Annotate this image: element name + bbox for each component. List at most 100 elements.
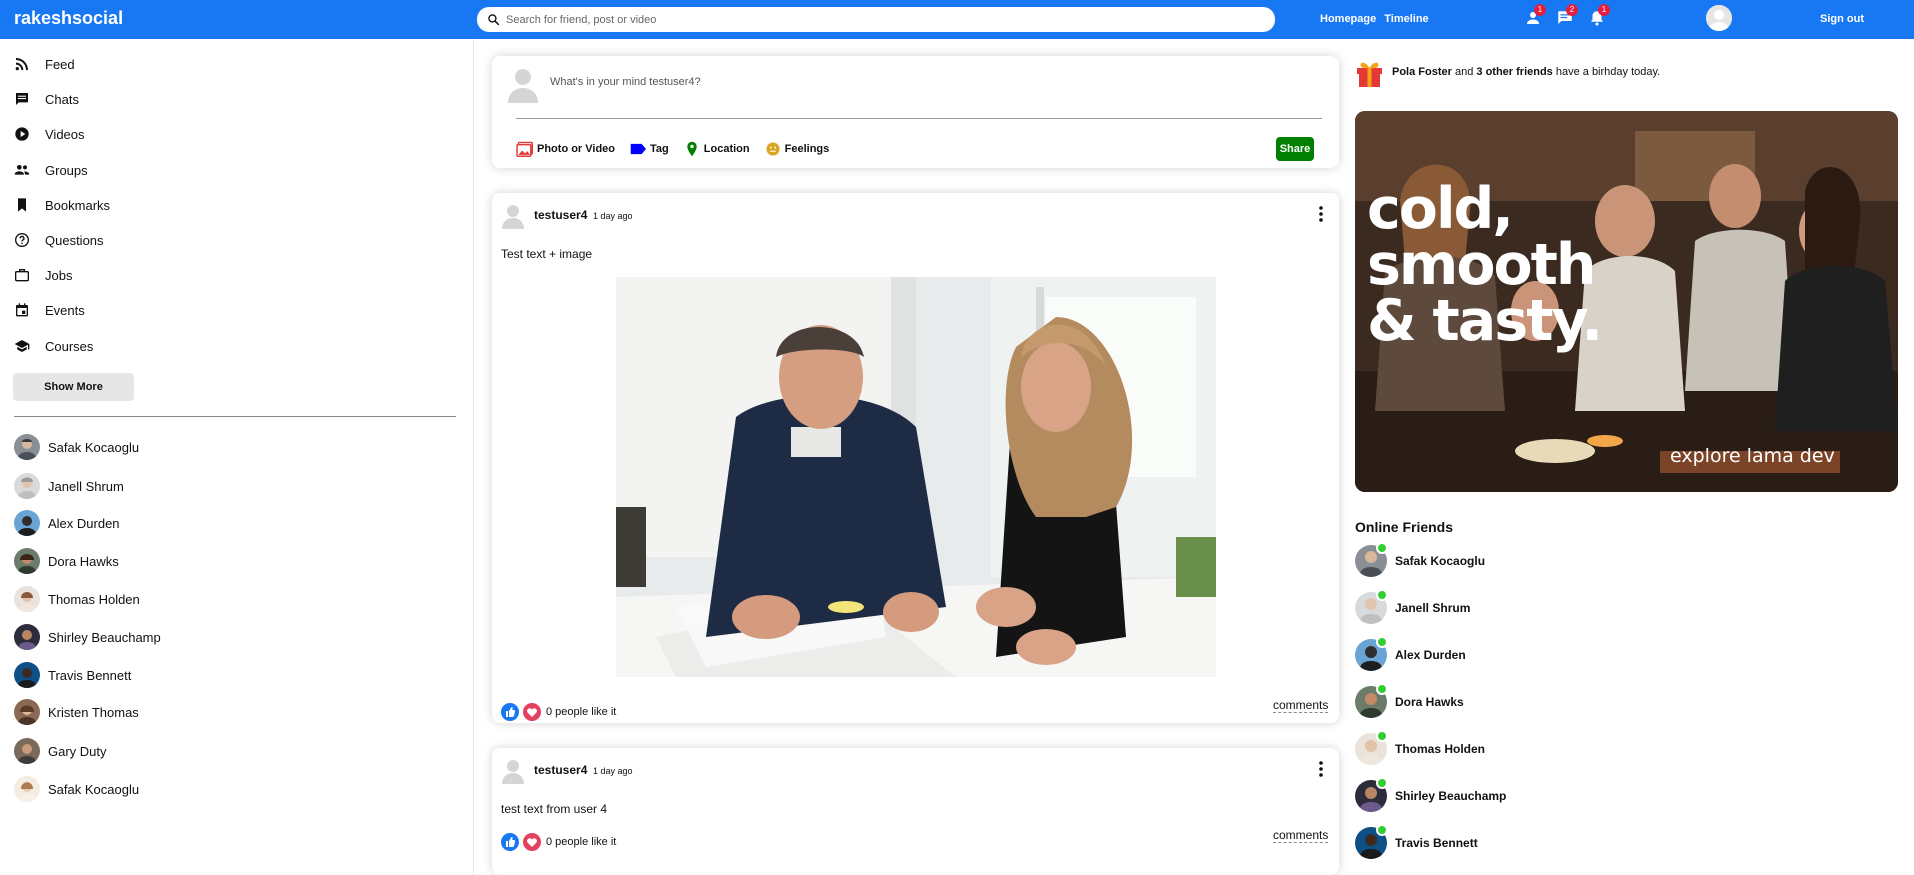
messages-button[interactable]: 2 (1556, 4, 1578, 27)
avatar (1355, 589, 1388, 624)
location-option[interactable]: Location (683, 141, 750, 157)
sidebar-item-feed[interactable]: Feed (14, 54, 75, 74)
chat-badge: 2 (1566, 4, 1578, 16)
more-vert-icon[interactable] (1315, 205, 1327, 223)
avatar[interactable] (502, 758, 524, 784)
heart-icon[interactable] (523, 833, 541, 851)
ad-banner[interactable]: cold, smooth & tasty. explore lama dev (1355, 111, 1898, 492)
friend-name: Alex Durden (48, 515, 120, 531)
sidebar-item-courses[interactable]: Courses (14, 336, 93, 356)
sidebar-item-videos[interactable]: Videos (14, 124, 85, 144)
friend-name: Janell Shrum (48, 478, 124, 494)
sidebar-item-label: Videos (45, 126, 85, 142)
online-friend-item[interactable]: Thomas Holden (1355, 730, 1485, 765)
post-reactions: 0 people like it (501, 703, 616, 721)
friend-list-item[interactable]: Safak Kocaoglu (14, 434, 139, 460)
location-pin-icon (687, 141, 697, 157)
online-friend-item[interactable]: Safak Kocaoglu (1355, 542, 1485, 577)
notifications-button[interactable]: 1 (1588, 4, 1610, 27)
like-icon[interactable] (501, 833, 519, 851)
top-links: Homepage Timeline (1320, 13, 1429, 25)
post-input[interactable] (550, 76, 1250, 88)
friend-name: Thomas Holden (48, 591, 140, 607)
sidebar-item-label: Courses (45, 338, 94, 354)
avatar (14, 738, 40, 764)
online-friend-name: Shirley Beauchamp (1395, 789, 1507, 803)
friend-list-item[interactable]: Thomas Holden (14, 586, 140, 612)
logo[interactable]: rakeshsocial (14, 8, 123, 29)
comments-link[interactable]: comments (1273, 698, 1329, 713)
online-friend-item[interactable]: Janell Shrum (1355, 589, 1471, 624)
avatar (14, 586, 40, 612)
label-icon (630, 143, 647, 155)
profile-avatar[interactable] (1706, 5, 1732, 31)
post-reactions: 0 people like it (501, 833, 616, 851)
friend-list-item[interactable]: Safak Kocaoglu (14, 776, 139, 802)
online-friend-name: Travis Bennett (1395, 836, 1478, 850)
emoji-icon (766, 142, 780, 156)
homepage-link[interactable]: Homepage (1320, 13, 1376, 25)
online-friend-item[interactable]: Shirley Beauchamp (1355, 777, 1507, 812)
sidebar-item-groups[interactable]: Groups (14, 160, 88, 180)
avatar (1355, 542, 1388, 577)
friend-list-item[interactable]: Janell Shrum (14, 473, 124, 499)
notification-badge: 1 (1598, 4, 1610, 16)
friend-list-item[interactable]: Shirley Beauchamp (14, 624, 161, 650)
birthday-suffix: have a birhday today. (1555, 66, 1661, 78)
sign-out-link[interactable]: Sign out (1820, 13, 1864, 25)
top-icons: 1 2 1 (1524, 4, 1610, 27)
birthday-friend-name: Pola Foster (1392, 66, 1452, 78)
avatar (14, 510, 40, 536)
friend-name: Kristen Thomas (48, 704, 139, 720)
person-badge: 1 (1534, 4, 1546, 16)
post-image[interactable] (616, 277, 1216, 677)
search-input[interactable] (506, 13, 1246, 26)
more-vert-icon[interactable] (1315, 760, 1327, 778)
avatar (1355, 730, 1388, 765)
search-bar[interactable] (477, 7, 1275, 32)
friend-name: Dora Hawks (48, 553, 119, 569)
online-friend-name: Janell Shrum (1395, 601, 1471, 615)
avatar (508, 69, 538, 103)
sidebar-item-label: Jobs (45, 267, 73, 283)
avatar (14, 624, 40, 650)
birthday-others: 3 other friends (1476, 66, 1553, 78)
heart-icon[interactable] (523, 703, 541, 721)
share-button[interactable]: Share (1276, 137, 1314, 161)
friend-list-item[interactable]: Travis Bennett (14, 662, 131, 688)
sidebar-item-questions[interactable]: Questions (14, 230, 104, 250)
online-friend-item[interactable]: Dora Hawks (1355, 683, 1464, 718)
post-username[interactable]: testuser4 (534, 763, 587, 777)
tag-option[interactable]: Tag (629, 141, 669, 157)
online-status-dot (1376, 824, 1388, 836)
post-username[interactable]: testuser4 (534, 208, 587, 222)
rss-feed-icon (15, 58, 28, 71)
timeline-link[interactable]: Timeline (1384, 13, 1428, 25)
topbar: rakeshsocial Homepage Timeline 1 2 1 Sig… (0, 0, 1914, 39)
friend-name: Safak Kocaoglu (48, 439, 140, 455)
online-friend-name: Dora Hawks (1395, 695, 1464, 709)
friend-name: Travis Bennett (48, 667, 132, 683)
friend-list-item[interactable]: Kristen Thomas (14, 699, 139, 725)
online-friend-item[interactable]: Alex Durden (1355, 636, 1466, 671)
online-friend-item[interactable]: Travis Bennett (1355, 824, 1478, 859)
online-status-dot (1376, 683, 1388, 695)
friend-name: Shirley Beauchamp (48, 629, 161, 645)
friend-list-item[interactable]: Dora Hawks (14, 548, 119, 574)
friend-list-item[interactable]: Gary Duty (14, 738, 107, 764)
sidebar-item-jobs[interactable]: Jobs (14, 265, 72, 285)
sidebar-item-events[interactable]: Events (14, 300, 85, 320)
show-more-button[interactable]: Show More (13, 373, 134, 401)
friend-list-item[interactable]: Alex Durden (14, 510, 120, 536)
sidebar-item-chats[interactable]: Chats (14, 89, 79, 109)
avatar[interactable] (502, 203, 524, 229)
birthday-notice: Pola Foster and 3 other friends have a b… (1355, 56, 1660, 88)
friend-requests-button[interactable]: 1 (1524, 4, 1546, 27)
photo-or-video-option[interactable]: Photo or Video (516, 141, 615, 157)
feelings-option[interactable]: Feelings (764, 141, 829, 157)
avatar (1355, 683, 1388, 718)
like-icon[interactable] (501, 703, 519, 721)
sidebar-item-label: Questions (45, 232, 104, 248)
comments-link[interactable]: comments (1273, 828, 1329, 843)
sidebar-item-bookmarks[interactable]: Bookmarks (14, 195, 110, 215)
